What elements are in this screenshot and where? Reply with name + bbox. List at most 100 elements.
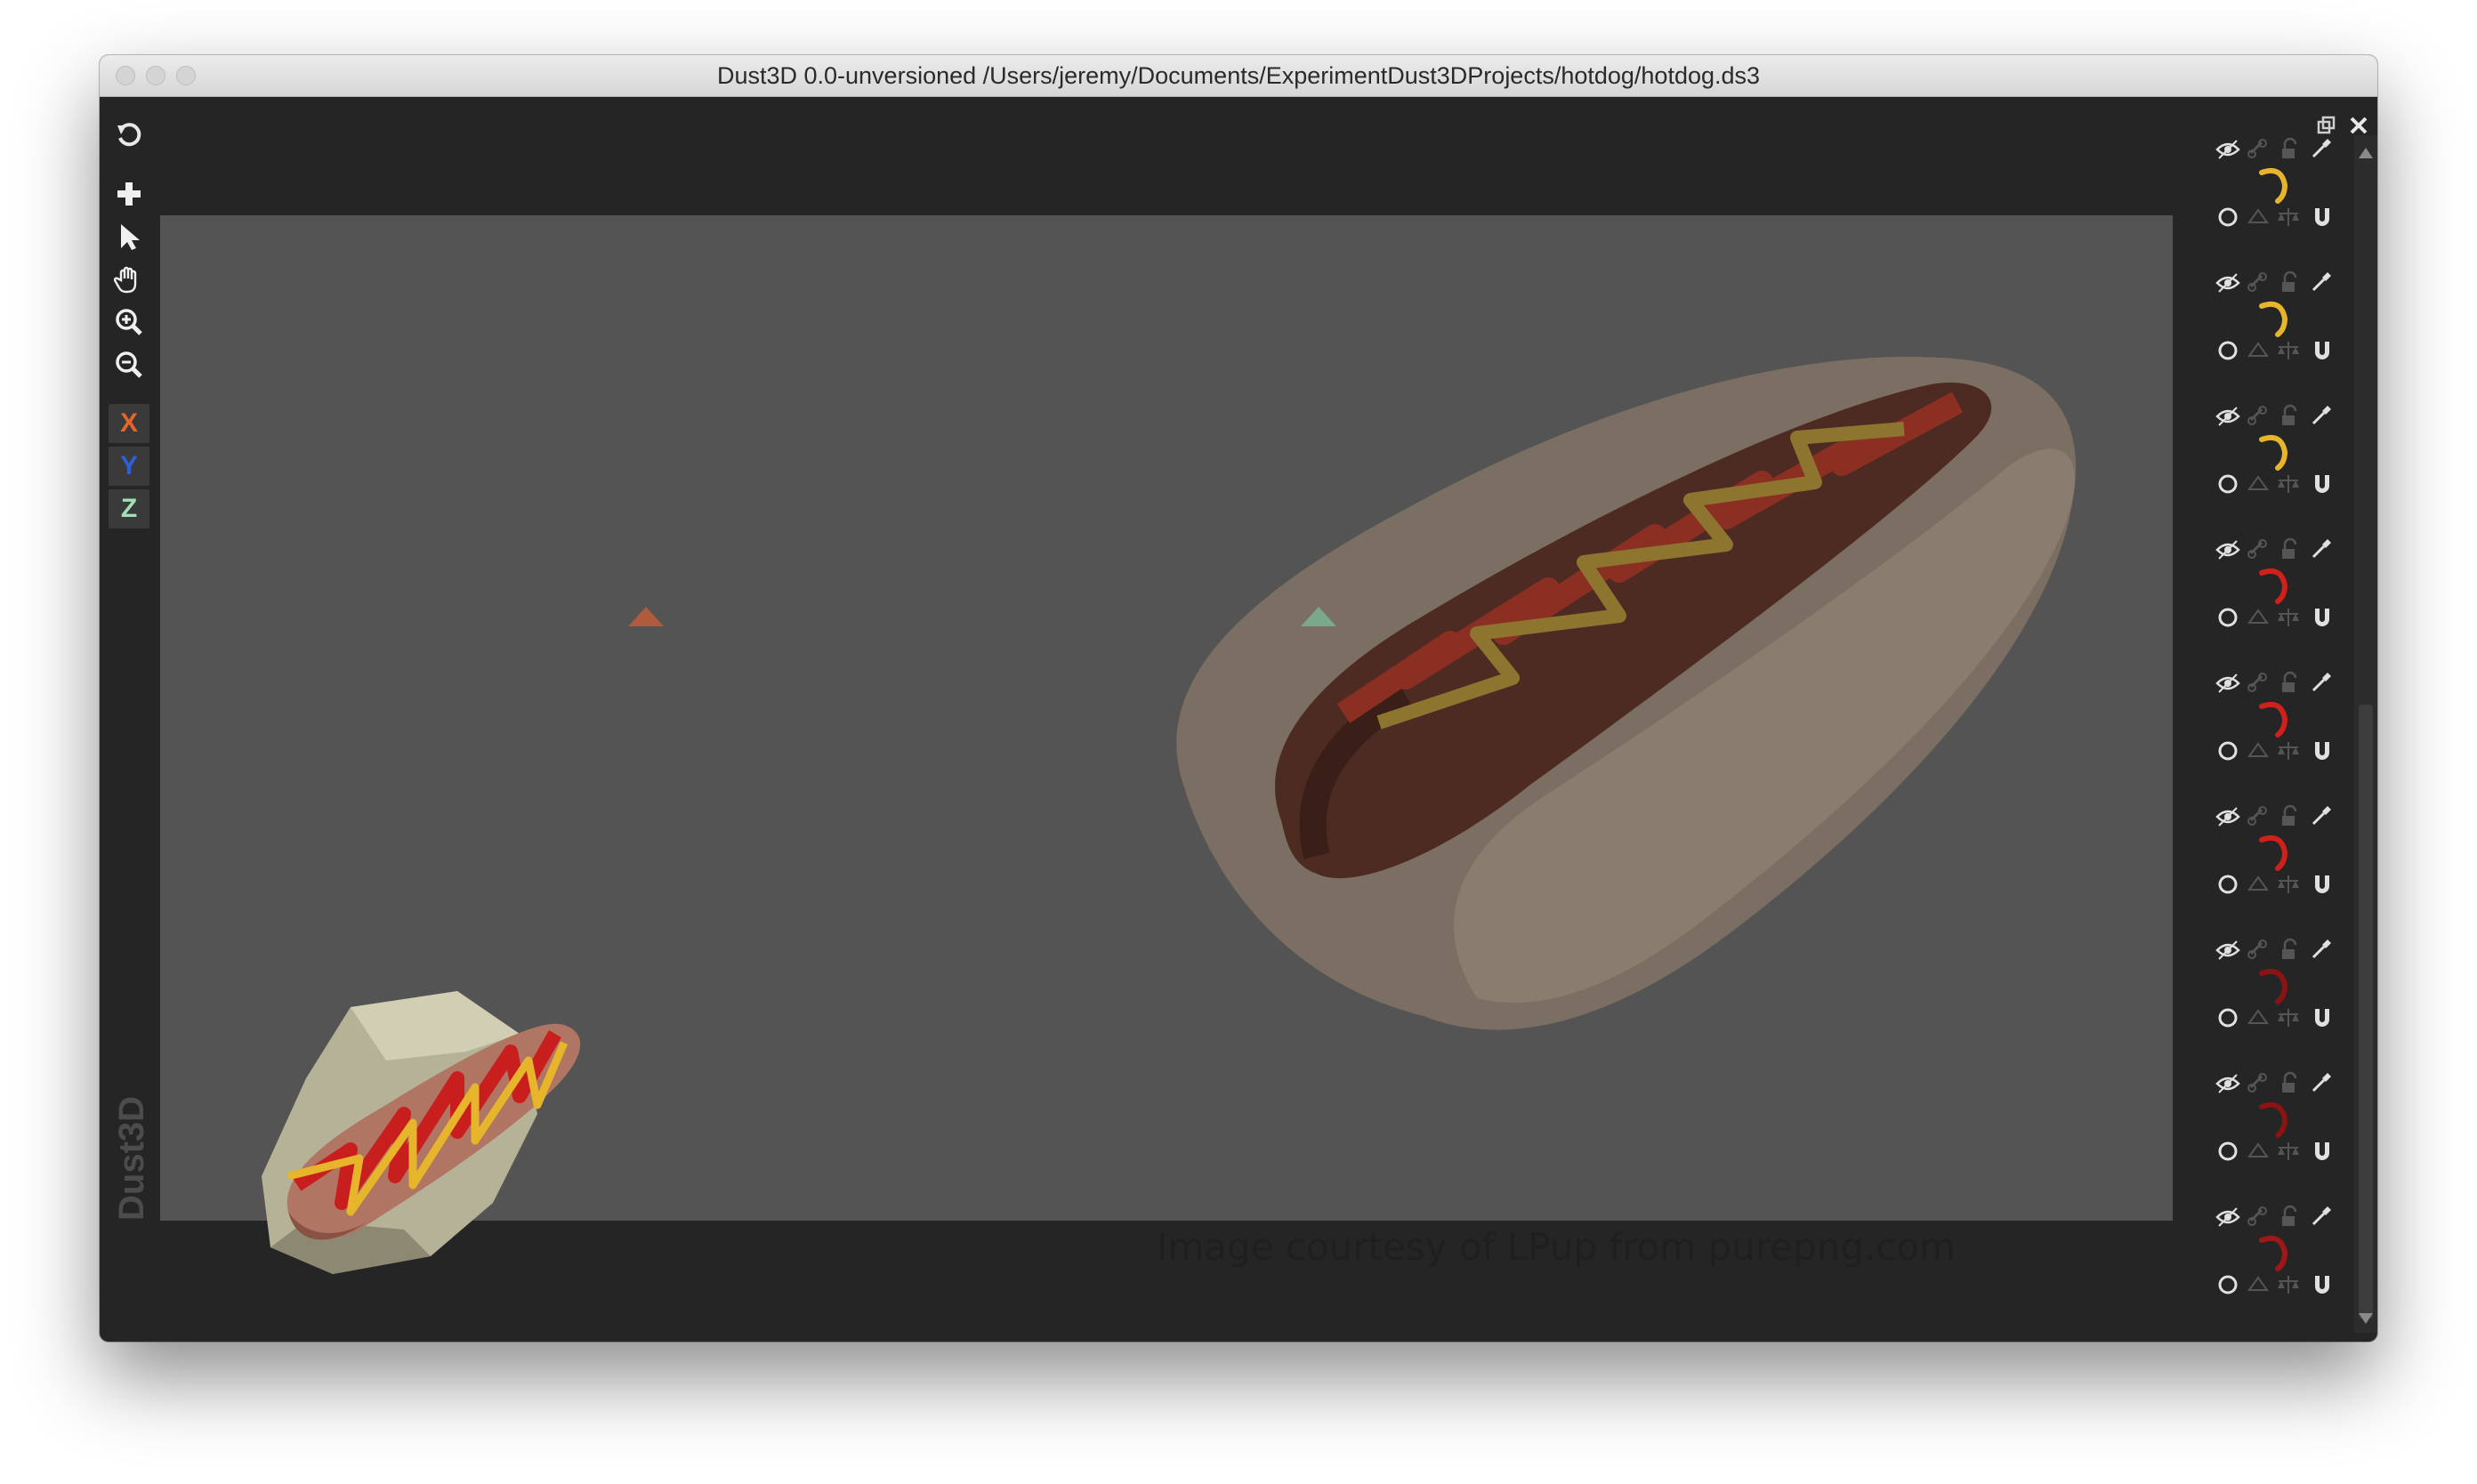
part-preview-thumbnail[interactable] [2255, 963, 2297, 1005]
zoom-out-button[interactable] [109, 345, 149, 384]
subdivide-circle-icon[interactable] [2215, 1139, 2240, 1164]
part-preview-thumbnail[interactable] [2255, 829, 2297, 872]
link-icon[interactable] [2246, 404, 2271, 429]
link-icon[interactable] [2246, 938, 2271, 963]
mirror-magnet-icon[interactable] [2310, 605, 2335, 630]
scroll-up-arrow[interactable] [2359, 148, 2373, 158]
subdivide-circle-icon[interactable] [2215, 205, 2240, 230]
balance-icon[interactable] [2276, 338, 2301, 363]
zoom-in-button[interactable] [109, 302, 149, 342]
color-picker-icon[interactable] [2310, 936, 2335, 961]
z-axis-lock-button[interactable]: Z [109, 489, 149, 528]
parts-scrollbar[interactable] [2354, 135, 2377, 1333]
visibility-eye-icon[interactable] [2215, 1071, 2240, 1096]
link-icon[interactable] [2246, 804, 2271, 829]
deform-icon[interactable] [2246, 1005, 2271, 1030]
deform-icon[interactable] [2246, 205, 2271, 230]
link-icon[interactable] [2246, 1071, 2271, 1096]
visibility-eye-icon[interactable] [2215, 804, 2240, 829]
model-preview[interactable] [253, 980, 626, 1283]
lock-icon[interactable] [2278, 137, 2303, 162]
scroll-down-arrow[interactable] [2359, 1313, 2373, 1324]
add-node-button[interactable] [109, 174, 149, 214]
balance-icon[interactable] [2276, 472, 2301, 496]
x-axis-lock-button[interactable]: X [109, 404, 149, 443]
visibility-eye-icon[interactable] [2215, 270, 2240, 295]
color-picker-icon[interactable] [2310, 269, 2335, 294]
visibility-eye-icon[interactable] [2215, 1205, 2240, 1230]
part-row[interactable] [2207, 1064, 2340, 1198]
subdivide-circle-icon[interactable] [2215, 738, 2240, 763]
link-icon[interactable] [2246, 537, 2271, 562]
part-preview-thumbnail[interactable] [2255, 295, 2297, 338]
color-picker-icon[interactable] [2310, 135, 2335, 160]
balance-icon[interactable] [2276, 1272, 2301, 1297]
lock-icon[interactable] [2278, 804, 2303, 829]
balance-icon[interactable] [2276, 605, 2301, 630]
color-picker-icon[interactable] [2310, 1203, 2335, 1228]
subdivide-circle-icon[interactable] [2215, 338, 2240, 363]
part-row[interactable] [2207, 931, 2340, 1064]
lock-icon[interactable] [2278, 671, 2303, 696]
part-row[interactable] [2207, 797, 2340, 931]
balance-icon[interactable] [2276, 1005, 2301, 1030]
select-tool-button[interactable] [109, 217, 149, 256]
mirror-magnet-icon[interactable] [2310, 1272, 2335, 1297]
y-axis-lock-button[interactable]: Y [109, 447, 149, 486]
link-icon[interactable] [2246, 671, 2271, 696]
visibility-eye-icon[interactable] [2215, 537, 2240, 562]
lock-icon[interactable] [2278, 1071, 2303, 1096]
balance-icon[interactable] [2276, 1139, 2301, 1164]
part-row[interactable] [2207, 263, 2340, 397]
mirror-magnet-icon[interactable] [2310, 472, 2335, 496]
lock-icon[interactable] [2278, 270, 2303, 295]
mirror-magnet-icon[interactable] [2310, 872, 2335, 897]
part-row[interactable] [2207, 130, 2340, 263]
node-marker-red[interactable] [628, 607, 664, 628]
balance-icon[interactable] [2276, 872, 2301, 897]
hand-tool-button[interactable] [109, 260, 149, 299]
part-preview-thumbnail[interactable] [2255, 429, 2297, 472]
deform-icon[interactable] [2246, 738, 2271, 763]
part-preview-thumbnail[interactable] [2255, 1230, 2297, 1272]
subdivide-circle-icon[interactable] [2215, 1005, 2240, 1030]
part-preview-thumbnail[interactable] [2255, 562, 2297, 605]
lock-icon[interactable] [2278, 938, 2303, 963]
part-row[interactable] [2207, 664, 2340, 797]
subdivide-circle-icon[interactable] [2215, 1272, 2240, 1297]
visibility-eye-icon[interactable] [2215, 671, 2240, 696]
part-preview-thumbnail[interactable] [2255, 162, 2297, 205]
mirror-magnet-icon[interactable] [2310, 338, 2335, 363]
part-preview-thumbnail[interactable] [2255, 696, 2297, 738]
color-picker-icon[interactable] [2310, 802, 2335, 827]
color-picker-icon[interactable] [2310, 536, 2335, 561]
lock-icon[interactable] [2278, 537, 2303, 562]
color-picker-icon[interactable] [2310, 402, 2335, 427]
deform-icon[interactable] [2246, 1139, 2271, 1164]
link-icon[interactable] [2246, 1205, 2271, 1230]
part-row[interactable] [2207, 397, 2340, 530]
deform-icon[interactable] [2246, 1272, 2271, 1297]
link-icon[interactable] [2246, 137, 2271, 162]
part-row[interactable] [2207, 530, 2340, 664]
mirror-magnet-icon[interactable] [2310, 1005, 2335, 1030]
mirror-magnet-icon[interactable] [2310, 205, 2335, 230]
subdivide-circle-icon[interactable] [2215, 872, 2240, 897]
deform-icon[interactable] [2246, 605, 2271, 630]
balance-icon[interactable] [2276, 205, 2301, 230]
visibility-eye-icon[interactable] [2215, 404, 2240, 429]
part-row[interactable] [2207, 1198, 2340, 1331]
subdivide-circle-icon[interactable] [2215, 605, 2240, 630]
color-picker-icon[interactable] [2310, 1069, 2335, 1094]
color-picker-icon[interactable] [2310, 669, 2335, 694]
mirror-magnet-icon[interactable] [2310, 738, 2335, 763]
scroll-thumb[interactable] [2359, 705, 2373, 1319]
deform-icon[interactable] [2246, 338, 2271, 363]
lock-icon[interactable] [2278, 1205, 2303, 1230]
deform-icon[interactable] [2246, 472, 2271, 496]
part-preview-thumbnail[interactable] [2255, 1096, 2297, 1139]
mirror-magnet-icon[interactable] [2310, 1139, 2335, 1164]
lock-icon[interactable] [2278, 404, 2303, 429]
link-icon[interactable] [2246, 270, 2271, 295]
visibility-eye-icon[interactable] [2215, 938, 2240, 963]
